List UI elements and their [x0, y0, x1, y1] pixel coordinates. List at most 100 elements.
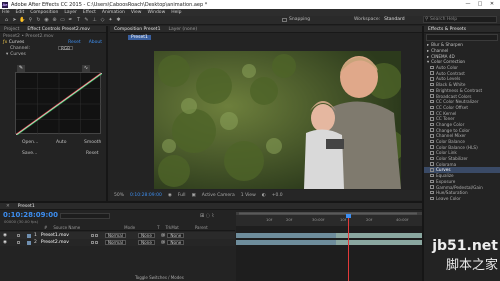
camera-dropdown[interactable]: Active Camera: [202, 193, 235, 198]
eraser-tool-icon[interactable]: ◇: [99, 17, 106, 23]
clone-stamp-tool-icon[interactable]: ⊥: [91, 17, 98, 23]
layer-parent-dropdown[interactable]: None: [167, 233, 185, 238]
tab-composition[interactable]: Composition Preset1: [114, 27, 160, 32]
rotate-tool-icon[interactable]: ↻: [35, 17, 42, 23]
curves-auto-button[interactable]: Auto: [56, 140, 66, 145]
close-button[interactable]: ✕: [486, 0, 498, 9]
menu-view[interactable]: View: [131, 10, 142, 15]
close-icon[interactable]: ✕: [6, 204, 10, 209]
switch-icon[interactable]: [94, 234, 98, 237]
effect-about-link[interactable]: About: [89, 40, 102, 45]
exposure-value[interactable]: +0.0: [272, 193, 283, 198]
pickwhip-icon[interactable]: @: [161, 233, 166, 238]
camera-tool-icon[interactable]: ◉: [43, 17, 50, 23]
toggle-switches-modes[interactable]: Toggle Switches / Modes: [135, 275, 184, 280]
switch-icon[interactable]: [94, 241, 98, 244]
eye-icon[interactable]: ◉: [3, 233, 7, 238]
puppet-tool-icon[interactable]: ✱: [115, 17, 122, 23]
eye-icon[interactable]: ◉: [3, 240, 7, 245]
minimize-button[interactable]: —: [462, 0, 474, 9]
tab-project[interactable]: Project: [4, 27, 19, 32]
type-tool-icon[interactable]: T: [75, 17, 82, 23]
timeline-layer-row[interactable]: ◉ 2 Preset2.mov Normal None @ None: [0, 239, 235, 246]
roi-icon[interactable]: ▣: [192, 193, 196, 198]
col-trkmat: TrkMat: [165, 225, 179, 230]
timeline-tracks-area[interactable]: [236, 214, 422, 281]
resolution-dropdown[interactable]: Full: [178, 193, 186, 198]
menu-effect[interactable]: Effect: [83, 10, 96, 15]
curve-point-tool-icon[interactable]: ✎: [17, 65, 25, 72]
selection-tool-icon[interactable]: ➤: [11, 17, 18, 23]
search-help-field[interactable]: ⚲ Search Help: [423, 16, 497, 23]
composition-viewer[interactable]: [154, 51, 401, 189]
pan-behind-tool-icon[interactable]: ⊕: [51, 17, 58, 23]
timeline-layer-row[interactable]: ◉ 1 Preset1.mov Normal None @ None: [0, 232, 235, 239]
layer-trkmat-dropdown[interactable]: None: [137, 240, 155, 245]
label-color-swatch[interactable]: [26, 233, 31, 238]
timeline-current-time[interactable]: 0:10:28:09:00: [3, 211, 58, 219]
mask-tool-icon[interactable]: ▭: [59, 17, 66, 23]
layer-name[interactable]: Preset1.mov: [41, 233, 91, 238]
tab-layer[interactable]: Layer (none): [168, 27, 197, 32]
menu-animation[interactable]: Animation: [102, 10, 125, 15]
motion-blur-icon[interactable]: ◌: [206, 213, 210, 219]
playhead-handle-icon[interactable]: [346, 214, 351, 218]
zoom-tool-icon[interactable]: ⚲: [27, 17, 34, 23]
effect-item[interactable]: Leave Color: [424, 196, 500, 202]
menu-help[interactable]: Help: [171, 10, 181, 15]
timeline-search-input[interactable]: [60, 213, 110, 219]
layer-mode-dropdown[interactable]: Normal: [104, 233, 126, 238]
brush-tool-icon[interactable]: ✎: [83, 17, 90, 23]
layer-duration-bar[interactable]: [236, 240, 336, 245]
chevron-down-icon[interactable]: ▾: [6, 52, 8, 57]
lock-icon[interactable]: [16, 241, 20, 244]
curves-save-button[interactable]: Save...: [22, 151, 37, 156]
lock-icon[interactable]: [16, 234, 20, 237]
pen-tool-icon[interactable]: ✒: [67, 17, 74, 23]
exposure-icon[interactable]: ◐: [262, 193, 266, 198]
snapping-toggle[interactable]: Snapping: [282, 17, 310, 22]
channel-dropdown[interactable]: RGB: [58, 45, 74, 51]
maximize-button[interactable]: □: [474, 0, 486, 9]
layer-duration-bar[interactable]: [236, 233, 336, 238]
curves-open-button[interactable]: Open...: [22, 140, 38, 145]
curves-reset-button[interactable]: Reset: [86, 151, 99, 156]
curve-pencil-tool-icon[interactable]: ∿: [82, 65, 90, 72]
tab-timeline-preset1[interactable]: Preset1: [18, 204, 35, 209]
current-time-display[interactable]: 0:10:28:09:00: [130, 193, 162, 198]
menu-edit[interactable]: Edit: [16, 10, 25, 15]
workspace-selector[interactable]: Workspace: Standard: [354, 17, 405, 22]
draft-3d-icon[interactable]: ⊞: [200, 213, 204, 219]
home-icon[interactable]: ⌂: [3, 17, 10, 23]
view-layout-dropdown[interactable]: 1 View: [241, 193, 256, 198]
switch-icon[interactable]: [90, 234, 94, 237]
fx-toggle-icon[interactable]: ƒx: [3, 40, 7, 45]
curves-graph[interactable]: [14, 72, 104, 136]
menu-layer[interactable]: Layer: [64, 10, 77, 15]
effect-reset-link[interactable]: Reset: [68, 40, 81, 45]
hand-tool-icon[interactable]: ✋: [19, 17, 26, 23]
pickwhip-icon[interactable]: @: [161, 240, 166, 245]
col-source-name[interactable]: Source Name: [53, 225, 80, 230]
timeline-ruler[interactable]: 10f 20f 30:00f 10f 20f 40:00f: [236, 212, 422, 226]
zoom-level-dropdown[interactable]: 50%: [114, 193, 124, 198]
menu-file[interactable]: File: [2, 10, 10, 15]
tab-effect-controls[interactable]: Effect Controls Preset2.mov: [27, 27, 90, 32]
subtab-preset1[interactable]: Preset1: [128, 34, 151, 40]
curves-smooth-button[interactable]: Smooth: [84, 140, 101, 145]
layer-name[interactable]: Preset2.mov: [41, 240, 91, 245]
graph-editor-icon[interactable]: ⌇: [212, 213, 214, 219]
label-color-swatch[interactable]: [26, 240, 31, 245]
effects-search-input[interactable]: [426, 34, 498, 41]
menu-window[interactable]: Window: [148, 10, 166, 15]
playhead-line[interactable]: [348, 214, 349, 281]
menu-composition[interactable]: Composition: [30, 10, 58, 15]
tab-effects-presets[interactable]: Effects & Presets: [428, 27, 466, 32]
layer-mode-dropdown[interactable]: Normal: [104, 240, 126, 245]
layer-trkmat-dropdown[interactable]: None: [137, 233, 155, 238]
switch-icon[interactable]: [90, 241, 94, 244]
col-number: #: [44, 225, 48, 230]
camera-icon[interactable]: ◉: [168, 193, 172, 198]
layer-parent-dropdown[interactable]: None: [167, 240, 185, 245]
roto-brush-tool-icon[interactable]: ✦: [107, 17, 114, 23]
